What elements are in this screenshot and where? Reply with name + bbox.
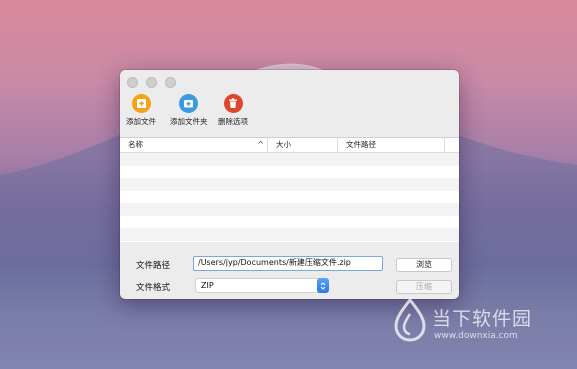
- table-row: [120, 153, 459, 166]
- watermark-url: www.downxia.com: [434, 331, 518, 341]
- options-panel: 文件路径 /Users/jyp/Documents/新建压缩文件.zip 浏览 …: [120, 252, 459, 299]
- file-path-label: 文件路径: [136, 261, 171, 271]
- archive-window: 添加文件 添加文件夹 删除选项 名称 ^ 大小 文件路径 文件路径 /Users…: [120, 70, 459, 299]
- close-window-button[interactable]: [127, 77, 138, 88]
- add-folder-label: 添加文件夹: [170, 117, 208, 126]
- compress-button[interactable]: 压缩: [396, 280, 452, 294]
- table-row: [120, 228, 459, 241]
- table-row: [120, 165, 459, 178]
- delete-selection-label: 删除选项: [218, 117, 248, 126]
- add-file-label: 添加文件: [126, 117, 156, 126]
- table-rows: [120, 153, 459, 241]
- add-file-icon: [131, 94, 151, 113]
- minimize-window-button[interactable]: [146, 77, 157, 88]
- zoom-window-button[interactable]: [165, 77, 176, 88]
- table-row: [120, 190, 459, 203]
- delete-selection-button[interactable]: 删除选项: [218, 94, 248, 127]
- table-row: [120, 203, 459, 216]
- window-controls: [127, 77, 176, 88]
- file-table: 名称 ^ 大小 文件路径: [120, 137, 459, 242]
- table-row: [120, 178, 459, 191]
- table-row: [120, 215, 459, 228]
- file-path-input[interactable]: /Users/jyp/Documents/新建压缩文件.zip: [193, 256, 383, 271]
- watermark-name: 当下软件园: [432, 308, 533, 330]
- file-format-select[interactable]: ZIP: [195, 278, 329, 293]
- add-folder-button[interactable]: 添加文件夹: [170, 94, 208, 127]
- sort-ascending-icon: ^: [257, 140, 264, 149]
- chevron-updown-icon: [317, 278, 329, 293]
- toolbar: 添加文件 添加文件夹 删除选项: [120, 92, 459, 132]
- add-folder-icon: [179, 94, 199, 113]
- column-header-path[interactable]: 文件路径: [338, 138, 445, 152]
- browse-button[interactable]: 浏览: [396, 258, 452, 272]
- column-header-name[interactable]: 名称 ^: [120, 138, 268, 152]
- table-header: 名称 ^ 大小 文件路径: [120, 138, 459, 153]
- watermark: 当下软件园 www.downxia.com: [392, 298, 562, 348]
- file-format-value: ZIP: [201, 281, 214, 290]
- downxia-logo-icon: [394, 298, 426, 342]
- file-format-label: 文件格式: [136, 283, 171, 293]
- column-header-size[interactable]: 大小: [268, 138, 338, 152]
- trash-icon: [223, 94, 243, 113]
- add-file-button[interactable]: 添加文件: [126, 94, 156, 127]
